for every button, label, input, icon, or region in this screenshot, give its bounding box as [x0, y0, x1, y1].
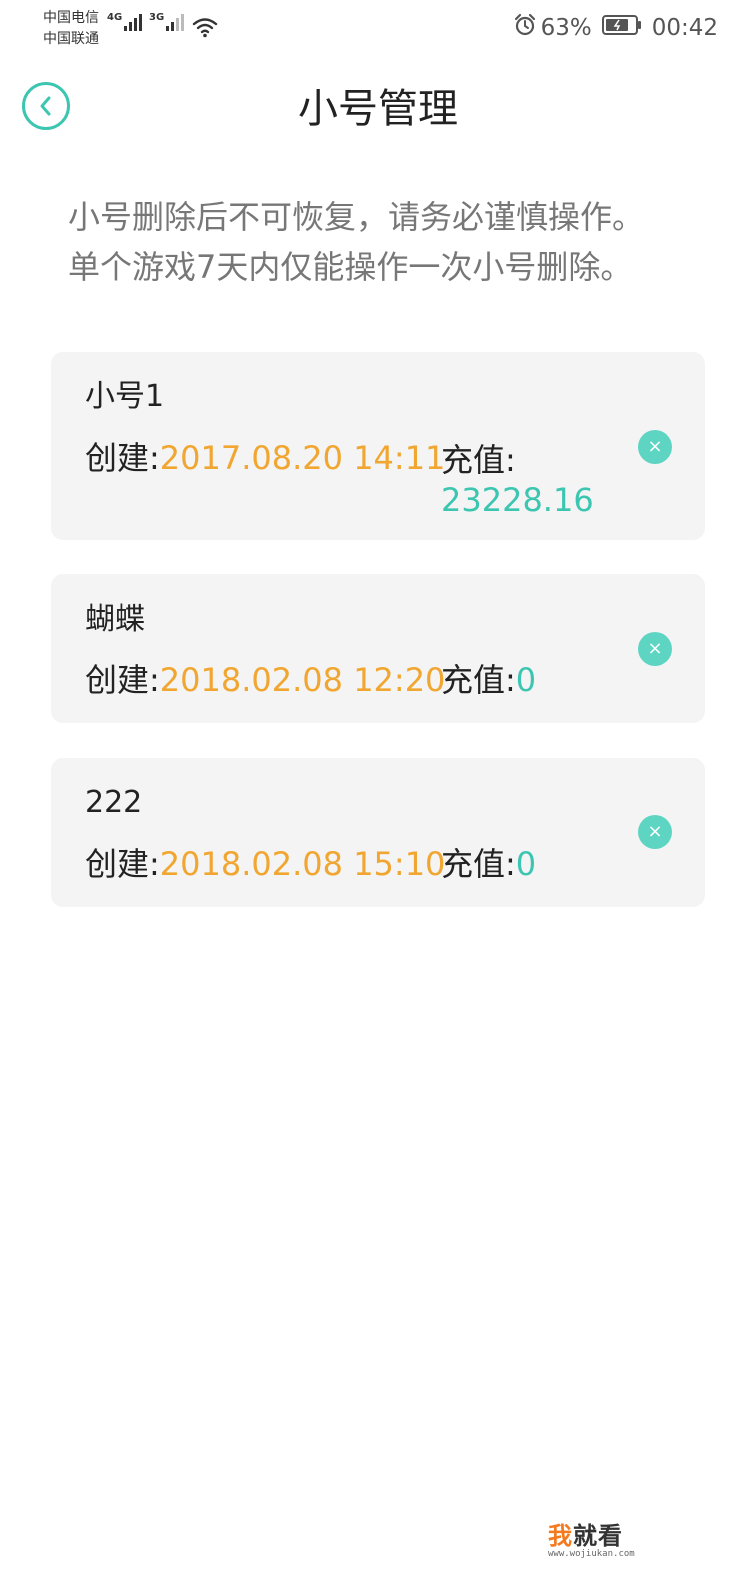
- recharge-amount: 0: [515, 845, 537, 883]
- signal-2-icon: 3G: [149, 12, 186, 31]
- notice-line-1: 小号删除后不可恢复，请务必谨慎操作。: [68, 198, 645, 236]
- recharge-field: 充值:0: [441, 842, 536, 886]
- page-title: 小号管理: [298, 86, 458, 132]
- watermark-rest: 就看: [573, 1522, 623, 1550]
- account-name: 蝴蝶: [85, 602, 145, 637]
- created-date: 2018.02.08 12:20: [159, 661, 446, 699]
- watermark-accent: 我: [548, 1522, 573, 1550]
- battery-percent: 63%: [540, 15, 592, 41]
- delete-account-button[interactable]: ×: [638, 430, 672, 464]
- created-field: 创建:2018.02.08 15:10: [85, 842, 445, 886]
- signal-1-icon: 4G: [107, 12, 144, 31]
- carrier-1: 中国电信: [43, 10, 99, 26]
- wifi-icon: [192, 16, 218, 42]
- created-date: 2018.02.08 15:10: [159, 845, 446, 883]
- created-date: 2017.08.20 14:11: [159, 439, 446, 477]
- delete-account-button[interactable]: ×: [638, 632, 672, 666]
- account-name: 小号1: [85, 379, 165, 414]
- created-label: 创建:: [85, 661, 160, 699]
- recharge-field: 充值:0: [441, 658, 536, 702]
- carrier-2: 中国联通: [43, 31, 99, 47]
- account-card: 蝴蝶 创建:2018.02.08 12:20 充值:0 ×: [51, 574, 705, 723]
- status-right: 63% 00:42: [513, 13, 718, 43]
- recharge-amount: 0: [515, 661, 537, 699]
- recharge-label: 充值:: [441, 661, 516, 699]
- watermark-url: www.wojiukan.com: [548, 1549, 635, 1559]
- account-name: 222: [85, 785, 143, 820]
- network-type-2: 3G: [149, 12, 165, 23]
- alarm-icon: [513, 13, 537, 43]
- clock: 00:42: [651, 15, 718, 41]
- carriers: 中国电信 中国联通: [43, 8, 99, 50]
- recharge-label: 充值:: [441, 441, 516, 479]
- watermark-logo: 我就看 www.wojiukan.com: [548, 1516, 635, 1559]
- battery-icon: [601, 14, 642, 42]
- warning-notice: 小号删除后不可恢复，请务必谨慎操作。 单个游戏7天内仅能操作一次小号删除。: [68, 192, 708, 292]
- notice-line-2: 单个游戏7天内仅能操作一次小号删除。: [68, 248, 633, 286]
- watermark-text: 我就看: [548, 1522, 623, 1550]
- recharge-label: 充值:: [441, 845, 516, 883]
- delete-account-button[interactable]: ×: [638, 815, 672, 849]
- account-card: 222 创建:2018.02.08 15:10 充值:0 ×: [51, 758, 705, 907]
- status-bar: 中国电信 中国联通 4G 3G 63% 00:42: [0, 0, 756, 56]
- page: 中国电信 中国联通 4G 3G 63% 00:42 小号管理 小号删除后不可恢复…: [0, 0, 756, 1570]
- network-type-1: 4G: [107, 12, 123, 23]
- created-field: 创建:2018.02.08 12:20: [85, 658, 445, 702]
- recharge-amount: 23228.16: [441, 481, 594, 519]
- account-card: 小号1 创建:2017.08.20 14:11 充值: 23228.16 ×: [51, 352, 705, 540]
- created-label: 创建:: [85, 439, 160, 477]
- created-field: 创建:2017.08.20 14:11: [85, 436, 445, 480]
- created-label: 创建:: [85, 845, 160, 883]
